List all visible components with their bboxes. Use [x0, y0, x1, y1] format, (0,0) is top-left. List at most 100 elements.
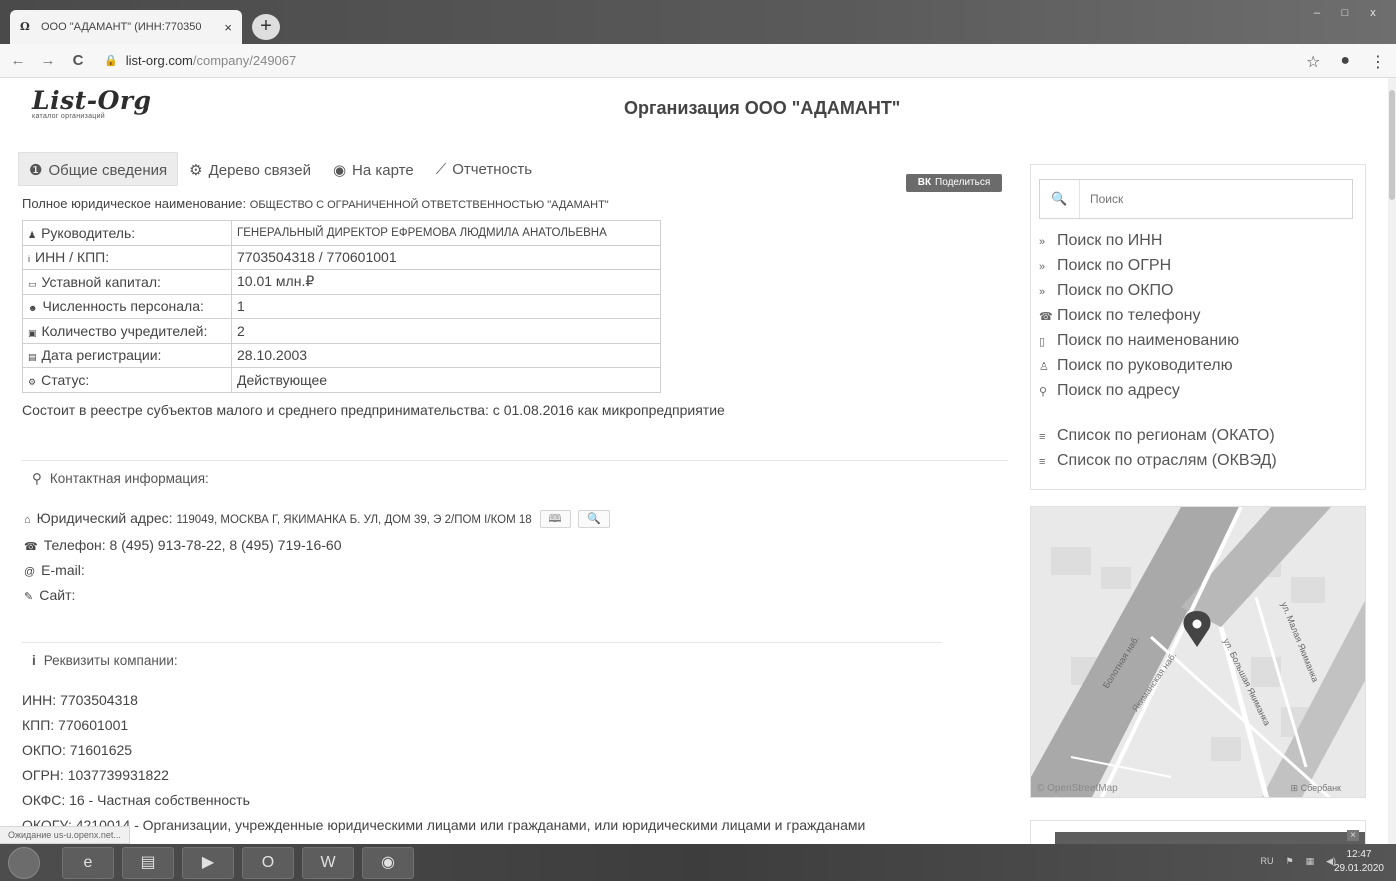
sidebar-list-link[interactable]: ≡ Список по регионам (ОКАТО) [1039, 427, 1277, 452]
phone-line: ☎ Телефон: 8 (495) 913-78-22, 8 (495) 719… [24, 537, 342, 553]
company-info-table: ♟ Руководитель: ГЕНЕРАЛЬНЫЙ ДИРЕКТОР ЕФРЕМ… [22, 220, 661, 393]
sidebar-link[interactable]: » Поиск по ОКПО [1039, 282, 1277, 307]
taskbar-explorer-icon[interactable]: ▤ [122, 847, 174, 879]
address-value: 119049, МОСКВА Г, ЯКИМАНКА Б. УЛ, ДОМ 39… [176, 514, 532, 526]
info-value: 10.01 млн.₽ [231, 269, 661, 295]
map-credit[interactable]: © OpenStreetMap [1037, 783, 1118, 794]
info-icon: ❶ [29, 162, 43, 179]
vk-share-button[interactable]: ВК Поделиться [906, 174, 1002, 192]
forward-button[interactable]: → [36, 52, 60, 69]
phone-text: Телефон: 8 (495) 913-78-22, 8 (495) 719-… [43, 537, 342, 553]
email-text: E-mail: [41, 562, 85, 578]
sidebar-link[interactable]: ☎ Поиск по телефону [1039, 307, 1277, 332]
scrollbar-thumb[interactable] [1389, 90, 1395, 200]
sidebar-link-label: Поиск по ОГРН [1057, 257, 1172, 274]
browser-menu-icon[interactable]: ⋮ [1370, 52, 1386, 72]
phone-icon: ☎ [1039, 311, 1053, 323]
tab-reports[interactable]: ⟋ Отчетность [425, 152, 543, 186]
info-key-text: Уставной капитал: [41, 273, 161, 290]
minimize-button[interactable]: – [1304, 6, 1330, 22]
search-address-button[interactable]: 🔍 [578, 510, 611, 529]
info-key-text: Дата регистрации: [41, 347, 162, 364]
taskbar-word-icon[interactable]: W [302, 847, 354, 879]
sidebar-list-link[interactable]: ≡ Список по отраслям (ОКВЭД) [1039, 452, 1277, 477]
tab-general[interactable]: ❶ Общие сведения [18, 152, 179, 186]
info-key-text: Статус: [41, 371, 90, 388]
bookmark-star-icon[interactable]: ☆ [1306, 52, 1320, 72]
sidebar-link[interactable]: » Поиск по ОГРН [1039, 257, 1277, 282]
sidebar-link-label: Список по регионам (ОКАТО) [1057, 427, 1275, 444]
new-tab-button[interactable]: + [252, 14, 280, 40]
close-window-button[interactable]: x [1360, 6, 1386, 22]
info-icon: i [32, 653, 36, 668]
info-value: 28.10.2003 [231, 342, 661, 368]
sidebar-links: » Поиск по ИНН » Поиск по ОГРН » Поиск по ОКП… [1039, 232, 1277, 477]
info-key: ▣ Количество учредителей: [22, 318, 232, 344]
sidebar-link-label: Поиск по телефону [1057, 307, 1201, 324]
search-icon[interactable]: 🔍 [1040, 180, 1080, 218]
sidebar-link[interactable]: ▯ Поиск по наименованию [1039, 332, 1277, 357]
requisites-heading: i Реквизиты компании: [22, 642, 942, 678]
language-indicator[interactable]: RU [1260, 856, 1273, 867]
requisite-line: ИНН: 7703504318 [22, 692, 138, 708]
taskbar-outlook-icon[interactable]: O [242, 847, 294, 879]
full-name-label: Полное юридическое наименование: [22, 196, 247, 211]
browser-tab[interactable]: Ω ООО "АДАМАНТ" (ИНН:770350 × [10, 10, 242, 44]
requisite-line: ОГРН: 1037739931822 [22, 767, 169, 783]
share-label: Поделиться [935, 177, 991, 188]
window-controls: – □ x [1304, 6, 1386, 22]
info-key-text: Количество учредителей: [41, 322, 208, 339]
os-taskbar: e ▤ ▶ O W ◉ RU ⚑ ▦ ◀) 12:47 29.01.2020 [0, 844, 1396, 881]
tab-close-icon[interactable]: × [224, 20, 232, 35]
company-map[interactable]: Болотная наб. ул. Большая Якиманка ул. М… [1030, 506, 1366, 798]
url-field[interactable]: list-org.com/company/249067 [126, 53, 297, 68]
taskbar-chrome-icon[interactable]: ◉ [362, 847, 414, 879]
site-logo[interactable]: List-Org каталог организаций [32, 86, 152, 120]
tab-on-map[interactable]: ◉ На карте [322, 152, 425, 186]
taskbar-media-icon[interactable]: ▶ [182, 847, 234, 879]
logo-name: List-Org [32, 86, 152, 115]
smp-registry-note: Состоит в реестре субъектов малого и сре… [22, 402, 725, 418]
taskbar-ie-icon[interactable]: e [62, 847, 114, 879]
user-icon: ♟ [28, 229, 37, 240]
sidebar-link-label: Поиск по ОКПО [1057, 282, 1174, 299]
users-icon: ☻ [28, 303, 38, 314]
show-on-map-button[interactable]: 🕮 [539, 510, 571, 529]
info-key: ☻ Численность персонала: [22, 293, 232, 319]
back-button[interactable]: ← [6, 52, 30, 69]
tab-relations-tree[interactable]: ⚙ Дерево связей [178, 152, 322, 186]
contacts-heading: ⚲ Контактная информация: [22, 460, 1008, 497]
map-marker-icon: ⚲ [32, 471, 42, 486]
map-sponsor: ⊞ Сбербанк [1290, 783, 1341, 793]
tab-label: На карте [352, 162, 414, 179]
info-row: ▭ Уставной капитал: 10.01 млн.₽ [22, 269, 661, 295]
sidebar-search: 🔍 [1039, 179, 1353, 219]
maximize-button[interactable]: □ [1332, 6, 1358, 22]
start-button[interactable] [8, 847, 40, 879]
reload-button[interactable]: C [66, 52, 90, 69]
system-clock[interactable]: 12:47 29.01.2020 [1334, 848, 1384, 876]
info-value: ГЕНЕРАЛЬНЫЙ ДИРЕКТОР ЕФРЕМОВА ЛЮДМИЛА АН… [231, 220, 661, 246]
info-row: i ИНН / КПП: 7703504318 / 770601001 [22, 244, 661, 270]
phone-icon: ☎ [24, 541, 38, 553]
account-icon[interactable]: ● [1340, 52, 1350, 72]
url-host: list-org.com [125, 53, 193, 68]
map-graphic [1031, 507, 1365, 797]
list-icon: ≡ [1039, 431, 1046, 443]
page-scrollbar[interactable] [1388, 78, 1396, 844]
info-key-text: ИНН / КПП: [35, 249, 110, 266]
sidebar-link[interactable]: ♙ Поиск по руководителю [1039, 357, 1277, 382]
contacts-heading-text: Контактная информация: [49, 471, 209, 486]
map-marker-icon: ⚲ [1039, 386, 1048, 398]
founders-icon: ▣ [28, 327, 37, 338]
sidebar-link-label: Поиск по адресу [1057, 382, 1180, 399]
sidebar-link[interactable]: ⚲ Поиск по адресу [1039, 382, 1277, 407]
flag-icon[interactable]: ⚑ [1285, 856, 1293, 867]
ad-close-icon[interactable]: × [1347, 830, 1359, 841]
sidebar-search-panel: 🔍 » Поиск по ИНН » Поиск по ОГРН » Поиск по О… [1030, 164, 1366, 490]
company-tabs: ❶ Общие сведения ⚙ Дерево связей ◉ На карте… [18, 152, 543, 186]
sidebar-link[interactable]: » Поиск по ИНН [1039, 232, 1277, 257]
network-icon[interactable]: ▦ [1306, 856, 1315, 867]
search-input[interactable] [1080, 180, 1352, 218]
